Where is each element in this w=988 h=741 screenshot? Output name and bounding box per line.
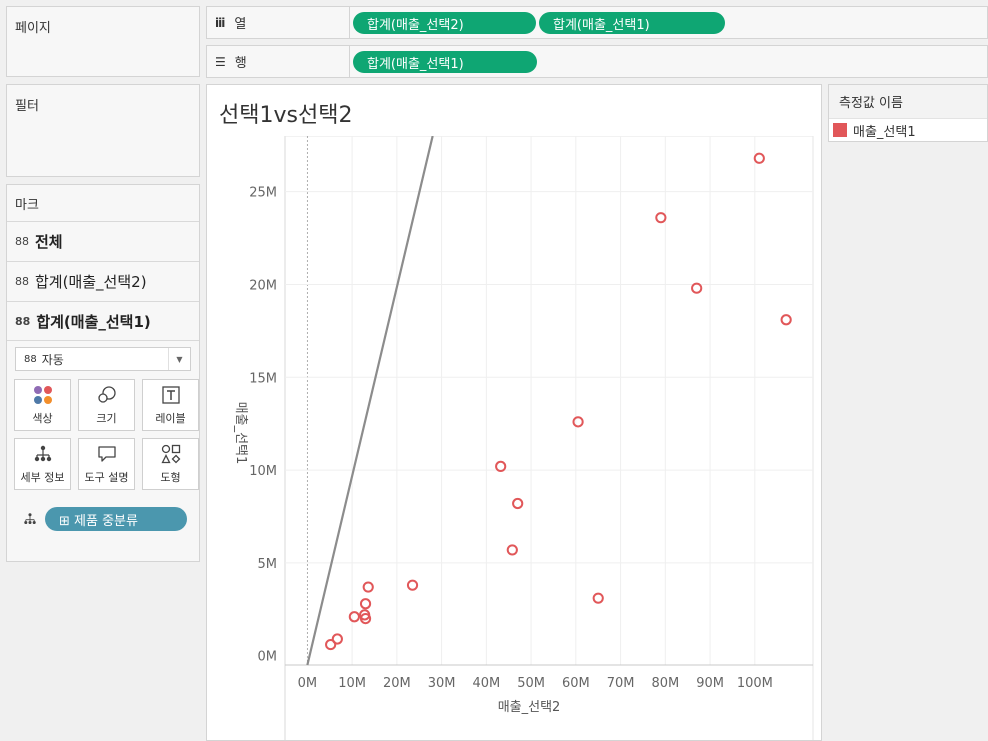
tooltip-button[interactable]: 도구 설명: [78, 438, 135, 490]
chevron-down-icon[interactable]: ▼: [168, 348, 190, 370]
detail-icon: [23, 512, 37, 530]
color-icon: [33, 384, 53, 406]
shape-button[interactable]: 도형: [142, 438, 199, 490]
x-tick-label: 20M: [383, 676, 411, 691]
x-tick-label: 100M: [737, 676, 773, 691]
column-pill-sales2[interactable]: 합계(매출_선택2): [353, 12, 536, 34]
data-point: [655, 212, 667, 224]
marks-panel: 마크 88 전체 88 합계(매출_선택2) 88 합계(매출_선택1) 88 …: [6, 184, 200, 562]
data-point: [780, 314, 792, 326]
x-tick-label: 60M: [562, 676, 590, 691]
data-point: [592, 592, 604, 604]
mark-type-dropdown[interactable]: 88 자동 ▼: [15, 347, 191, 371]
marks-card-label: 합계(매출_선택2): [35, 273, 147, 291]
y-axis-title: 매출_선택1: [233, 402, 248, 465]
x-tick-label: 40M: [472, 676, 500, 691]
data-point: [753, 152, 765, 164]
columns-shelf-label: iii 열: [207, 7, 350, 38]
tooltip-label: 도구 설명: [84, 471, 129, 484]
row-pill-sales1[interactable]: 합계(매출_선택1): [353, 51, 537, 73]
y-tick-label: 20M: [249, 278, 277, 293]
x-tick-label: 30M: [428, 676, 456, 691]
data-point: [331, 633, 343, 645]
y-tick-label: 25M: [249, 186, 277, 201]
columns-shelf[interactable]: iii 열 합계(매출_선택2) 합계(매출_선택1): [206, 6, 988, 39]
filters-label: 필터: [15, 99, 39, 114]
data-point: [348, 611, 360, 623]
data-point: [362, 581, 374, 593]
color-label: 색상: [32, 412, 53, 425]
legend-title: 측정값 이름: [829, 85, 987, 119]
columns-icon: iii: [215, 15, 225, 30]
column-pill-sales1[interactable]: 합계(매출_선택1): [539, 12, 725, 34]
marks-card-all[interactable]: 88 전체: [7, 221, 199, 261]
legend-item-label: 매출_선택1: [853, 124, 916, 140]
filters-panel[interactable]: 필터: [6, 84, 200, 177]
rows-icon: ☰: [215, 54, 226, 69]
mark-type-value: 자동: [41, 352, 64, 367]
measure-names-legend[interactable]: 측정값 이름 매출_선택1: [828, 84, 988, 142]
chart-title: 선택1vs선택2: [219, 103, 353, 128]
trend-line: [306, 136, 434, 666]
x-axis-title: 매출_선택2: [498, 700, 561, 715]
rows-label: 행: [234, 56, 247, 71]
y-tick-label: 5M: [258, 557, 278, 572]
shape-label: 도형: [160, 471, 181, 484]
data-point: [572, 416, 584, 428]
shape-icon: [160, 443, 181, 465]
size-icon: [96, 384, 118, 406]
label-button[interactable]: 레이블: [142, 379, 199, 431]
y-tick-label: 0M: [258, 650, 278, 665]
size-label: 크기: [96, 412, 117, 425]
pill-group-icon: 88: [15, 235, 29, 248]
pages-label: 페이지: [15, 21, 51, 36]
x-tick-label: 10M: [338, 676, 366, 691]
pill-group-icon: 88: [15, 275, 29, 288]
detail-label: 세부 정보: [20, 471, 65, 484]
y-tick-label: 10M: [249, 464, 277, 479]
size-button[interactable]: 크기: [78, 379, 135, 431]
pill-group-icon: 88: [15, 314, 31, 328]
x-tick-label: 50M: [517, 676, 545, 691]
color-button[interactable]: 색상: [14, 379, 71, 431]
data-point: [506, 544, 518, 556]
legend-item[interactable]: 매출_선택1: [829, 119, 987, 141]
label-icon: [161, 384, 181, 406]
marks-card-sales1[interactable]: 88 합계(매출_선택1): [7, 301, 199, 341]
marks-card-sales2[interactable]: 88 합계(매출_선택2): [7, 261, 199, 301]
data-point: [512, 497, 524, 510]
data-point: [406, 579, 419, 591]
y-tick-label: 15M: [249, 371, 277, 386]
detail-button[interactable]: 세부 정보: [14, 438, 71, 490]
data-point: [359, 598, 372, 610]
chart-view: 선택1vs선택2 0M 10M 20M 30M 40M 50M 60M 70M 80M 90M 10…: [206, 84, 822, 741]
rows-shelf[interactable]: ☰ 행 합계(매출_선택1): [206, 45, 988, 78]
rows-shelf-label: ☰ 행: [207, 46, 350, 77]
x-tick-label: 80M: [651, 676, 679, 691]
label-label: 레이블: [155, 412, 186, 425]
x-tick-label: 70M: [607, 676, 635, 691]
marks-card-label: 전체: [35, 233, 63, 251]
scatter-chart[interactable]: 0M 10M 20M 30M 40M 50M 60M 70M 80M 90M 100M 0M 5M 10M…: [207, 136, 821, 740]
x-tick-label: 0M: [298, 676, 318, 691]
mark-type-icon: 88: [24, 353, 37, 365]
product-subcategory-pill[interactable]: ⊞ 제품 중분류: [45, 507, 187, 531]
marks-card-label: 합계(매출_선택1): [36, 312, 151, 331]
detail-icon: [33, 443, 53, 465]
columns-label: 열: [234, 17, 247, 32]
legend-swatch: [833, 123, 847, 137]
x-tick-label: 90M: [696, 676, 724, 691]
pages-panel: 페이지: [6, 6, 200, 77]
tooltip-icon: [96, 443, 118, 465]
marks-label: 마크: [15, 198, 39, 213]
